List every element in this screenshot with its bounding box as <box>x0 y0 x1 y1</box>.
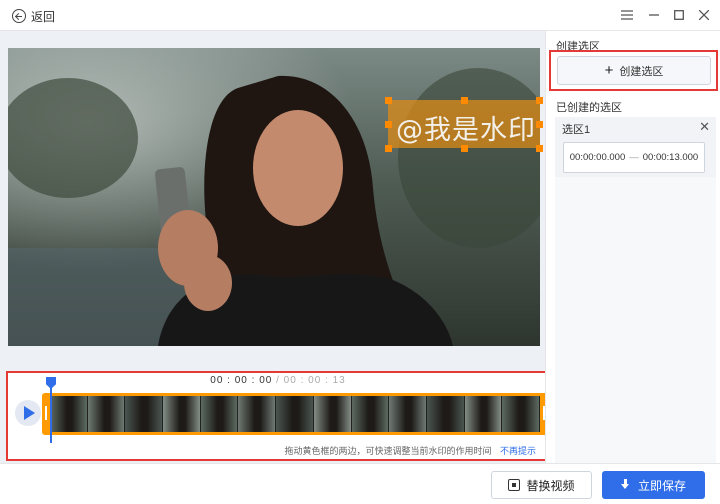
replace-icon <box>508 479 521 491</box>
timeline-hint: 拖动黄色框的两边，可快速调整当前水印的作用时间 不再提示 <box>284 444 536 457</box>
frame-thumbnail <box>163 396 201 432</box>
current-time: 00 : 00 : 00 <box>210 375 273 386</box>
create-button-label: 创建选区 <box>619 65 664 78</box>
selection-list-area <box>555 177 716 463</box>
playhead-line <box>50 387 52 443</box>
selection-end-time[interactable]: 00:00:13.000 <box>643 152 698 163</box>
frame-thumbnail <box>125 396 164 432</box>
range-start-handle[interactable] <box>45 406 47 420</box>
frame-thumbnails <box>50 396 540 432</box>
create-selection-button[interactable]: + 创建选区 <box>557 56 711 85</box>
plus-icon: + <box>604 62 614 79</box>
frame-thumbnail <box>200 396 239 432</box>
resize-handle[interactable] <box>385 97 392 104</box>
timeline-selection-range[interactable] <box>42 393 548 435</box>
resize-handle[interactable] <box>536 121 543 128</box>
hint-text: 拖动黄色框的两边，可快速调整当前水印的作用时间 <box>284 446 492 456</box>
total-time: 00 : 00 : 13 <box>283 375 346 386</box>
replace-label: 替换视频 <box>526 478 575 493</box>
back-label: 返回 <box>31 9 56 24</box>
video-preview[interactable] <box>8 48 540 346</box>
resize-handle[interactable] <box>461 145 468 152</box>
frame-thumbnail <box>426 396 465 432</box>
frame-thumbnail <box>389 396 427 432</box>
frame-thumbnail <box>464 396 503 432</box>
minimize-icon[interactable] <box>645 6 663 24</box>
delete-selection-icon[interactable]: ✕ <box>699 119 710 135</box>
timecode: 00 : 00 : 00 / 00 : 00 : 13 <box>210 375 346 386</box>
resize-handle[interactable] <box>385 121 392 128</box>
resize-handle[interactable] <box>385 145 392 152</box>
close-icon[interactable] <box>695 6 713 24</box>
play-button[interactable] <box>15 400 41 426</box>
menu-icon[interactable] <box>618 6 636 24</box>
save-label: 立即保存 <box>637 478 686 493</box>
frame-thumbnail <box>502 396 540 432</box>
selection-name: 选区1 <box>562 124 591 136</box>
back-arrow-icon <box>12 9 26 23</box>
resize-handle[interactable] <box>536 97 543 104</box>
frame-thumbnail <box>87 396 126 432</box>
watermark-selection-box[interactable]: @我是水印 <box>388 100 540 148</box>
frame-thumbnail <box>313 396 352 432</box>
resize-handle[interactable] <box>536 145 543 152</box>
timeline-panel: 00 : 00 : 00 / 00 : 00 : 13 拖动黄色框的两边，可快速… <box>6 371 558 461</box>
back-button[interactable]: 返回 <box>12 7 55 25</box>
selection-item[interactable]: 选区1 ✕ 00:00:00.000 — 00:00:13.000 <box>555 117 716 177</box>
save-now-button[interactable]: 立即保存 <box>602 471 705 499</box>
frame-thumbnail <box>351 396 390 432</box>
selection-start-time[interactable]: 00:00:00.000 <box>570 152 625 163</box>
video-frame-image <box>8 48 540 346</box>
download-icon <box>620 479 631 491</box>
footer-bar: 替换视频 立即保存 <box>0 463 720 504</box>
frame-thumbnail <box>50 396 88 432</box>
dismiss-hint-link[interactable]: 不再提示 <box>500 446 536 456</box>
created-section-title: 已创建的选区 <box>556 102 622 114</box>
create-highlight: + 创建选区 <box>549 50 718 91</box>
frame-thumbnail <box>276 396 314 432</box>
frame-thumbnail <box>238 396 277 432</box>
title-bar: 返回 <box>0 0 720 31</box>
maximize-icon[interactable] <box>670 6 688 24</box>
selection-panel: 创建选区 + 创建选区 已创建的选区 选区1 ✕ 00:00:00.000 — … <box>545 31 720 463</box>
resize-handle[interactable] <box>461 97 468 104</box>
replace-video-button[interactable]: 替换视频 <box>491 471 592 499</box>
watermark-text: @我是水印 <box>396 115 536 146</box>
selection-time-range[interactable]: 00:00:00.000 — 00:00:13.000 <box>563 142 705 173</box>
